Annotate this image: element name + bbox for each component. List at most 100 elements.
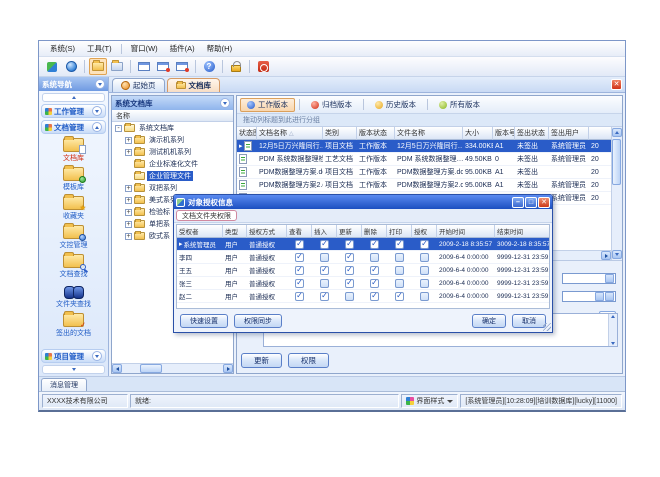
grid-column-header[interactable]: 文件名称	[395, 127, 463, 140]
permission-checkbox[interactable]: ✓	[345, 279, 354, 288]
property-input[interactable]	[562, 273, 616, 284]
permission-checkbox[interactable]: ✓	[370, 240, 379, 249]
authorization-row[interactable]: 王五用户普通授权✓✓✓✓✓✓2009-6-4 0:00:009999-12-31…	[177, 264, 549, 277]
permission-checkbox[interactable]: ✓	[395, 292, 404, 301]
authorization-row[interactable]: 张三用户普通授权✓✓✓✓✓✓2009-6-4 0:00:009999-12-31…	[177, 277, 549, 290]
grid-vertical-scrollbar[interactable]	[611, 127, 622, 260]
permission-checkbox[interactable]: ✓	[370, 266, 379, 275]
tree-node[interactable]: +测试机机系列	[112, 146, 233, 158]
table-row[interactable]: PDM数据整理方案.doc项目文档工作版本PDM数据整理方案.doc95.00K…	[237, 166, 611, 179]
menu-item[interactable]: 插件(A)	[165, 42, 200, 55]
sidebar-item-文控管理[interactable]: 文控管理	[39, 224, 108, 251]
tree-expander[interactable]: +	[125, 185, 132, 192]
permission-checkbox[interactable]: ✓	[395, 266, 404, 275]
tab-document-library[interactable]: 文档库	[167, 78, 221, 92]
scrollbar-track[interactable]	[612, 137, 622, 250]
permission-checkbox[interactable]: ✓	[295, 279, 304, 288]
menu-item[interactable]: 工具(T)	[82, 42, 117, 55]
tree-node[interactable]: 企业标准化文件	[112, 158, 233, 170]
permission-checkbox[interactable]: ✓	[295, 266, 304, 275]
dialog-column-header[interactable]: 开始时间	[437, 225, 495, 238]
sidebar-pin-button[interactable]	[95, 79, 105, 89]
close-tab-button[interactable]: ✕	[611, 79, 622, 90]
dialog-column-header[interactable]: 插入	[312, 225, 337, 238]
permission-checkbox[interactable]: ✓	[395, 279, 404, 288]
grid-column-header[interactable]: 版本状态	[357, 127, 395, 140]
sidebar-item-文档库[interactable]: 文档库	[39, 137, 108, 164]
toolbar-button-mail-alert[interactable]	[173, 58, 191, 75]
dialog-button-确定[interactable]: 确定	[472, 314, 506, 328]
toolbar-button-exit[interactable]	[254, 58, 272, 75]
dialog-column-header[interactable]: 删除	[362, 225, 387, 238]
grid-column-header[interactable]: 签出状态	[515, 127, 549, 140]
lookup-button[interactable]	[605, 292, 614, 301]
menu-item[interactable]: 系统(S)	[45, 42, 80, 55]
toolbar-button-lock[interactable]	[227, 58, 245, 75]
grid-column-header[interactable]: 状态图	[237, 127, 257, 140]
authorization-row[interactable]: 赵二用户普通授权✓✓✓✓✓✓2009-6-4 0:00:009999-12-31…	[177, 290, 549, 303]
form-button-更新[interactable]: 更新	[241, 353, 282, 368]
toolbar-button-folder-list[interactable]	[108, 58, 126, 75]
permission-checkbox[interactable]: ✓	[320, 292, 329, 301]
sidebar-section-工作管理[interactable]: 工作管理	[41, 104, 106, 118]
dialog-button-取消[interactable]: 取消	[512, 314, 546, 328]
tree-node[interactable]: +双把系列	[112, 182, 233, 194]
dialog-titlebar[interactable]: 对象授权信息 – □ ✕	[174, 195, 552, 209]
permission-checkbox[interactable]: ✓	[370, 292, 379, 301]
toolbar-button-mail-open[interactable]	[154, 58, 172, 75]
tree-node[interactable]: -系统文档库	[112, 122, 233, 134]
tree-node[interactable]: 企业管理文件	[112, 170, 233, 182]
permission-checkbox[interactable]: ✓	[320, 266, 329, 275]
scroll-up-button[interactable]	[612, 128, 622, 137]
permission-checkbox[interactable]: ✓	[320, 279, 329, 288]
scroll-right-button[interactable]	[601, 251, 611, 260]
section-toggle-button[interactable]	[92, 351, 102, 361]
scrollbar-track[interactable]	[122, 364, 223, 373]
toolbar-button-globe[interactable]	[62, 58, 80, 75]
grid-column-header[interactable]: 类别	[323, 127, 357, 140]
ui-style-selector[interactable]: 界面样式	[401, 394, 458, 408]
scroll-right-button[interactable]	[223, 364, 233, 373]
remark-scrollbar[interactable]	[608, 314, 617, 346]
version-button-历史版本[interactable]: 历史版本	[368, 98, 423, 112]
tab-message-management[interactable]: 消息管理	[41, 378, 87, 391]
section-toggle-button[interactable]	[92, 106, 102, 116]
tree-column-header[interactable]: 名称	[112, 110, 233, 122]
version-button-归档版本[interactable]: 归档版本	[304, 98, 359, 112]
sidebar-item-收藏夹[interactable]: ★收藏夹	[39, 195, 108, 222]
scrollbar-thumb[interactable]	[612, 139, 621, 185]
sidebar-item-签出的文档[interactable]: ✓签出的文档	[39, 312, 108, 339]
grid-column-header[interactable]: 文档名称△	[257, 127, 323, 140]
grid-column-header[interactable]: 签出用户	[549, 127, 589, 140]
dialog-column-header[interactable]: 受权者	[177, 225, 223, 238]
permission-checkbox[interactable]: ✓	[345, 253, 354, 262]
tree-node[interactable]: +演示机系列	[112, 134, 233, 146]
form-button-权限[interactable]: 权限	[288, 353, 329, 368]
permission-checkbox[interactable]: ✓	[420, 253, 429, 262]
scrollbar-thumb[interactable]	[140, 364, 162, 373]
permission-checkbox[interactable]: ✓	[320, 253, 329, 262]
toolbar-button-mail[interactable]	[135, 58, 153, 75]
permission-checkbox[interactable]: ✓	[295, 292, 304, 301]
sidebar-item-文档查找[interactable]: 文档查找	[39, 253, 108, 280]
sidebar-scroll-down[interactable]	[42, 365, 105, 374]
permission-checkbox[interactable]: ✓	[345, 292, 354, 301]
lookup-button[interactable]	[595, 292, 604, 301]
sidebar-item-模板库[interactable]: 模板库	[39, 166, 108, 193]
tab-start-page[interactable]: 起始页	[112, 78, 165, 92]
permission-checkbox[interactable]: ✓	[345, 240, 354, 249]
permission-checkbox[interactable]: ✓	[295, 253, 304, 262]
tree-panel-menu-button[interactable]	[220, 98, 230, 108]
permission-checkbox[interactable]: ✓	[420, 279, 429, 288]
section-toggle-button[interactable]	[92, 122, 102, 132]
scroll-down-button[interactable]	[612, 250, 622, 259]
tree-expander[interactable]: +	[125, 221, 132, 228]
version-button-工作版本[interactable]: 工作版本	[240, 98, 295, 112]
scroll-left-button[interactable]	[112, 364, 122, 373]
menu-item[interactable]: 窗口(W)	[126, 42, 163, 55]
permission-checkbox[interactable]: ✓	[395, 253, 404, 262]
tree-expander[interactable]: +	[125, 197, 132, 204]
toolbar-button-open-folder[interactable]	[89, 58, 107, 75]
authorization-row[interactable]: 李四用户普通授权✓✓✓✓✓✓2009-6-4 0:00:009999-12-31…	[177, 251, 549, 264]
dialog-column-header[interactable]: 结束时间	[495, 225, 550, 238]
